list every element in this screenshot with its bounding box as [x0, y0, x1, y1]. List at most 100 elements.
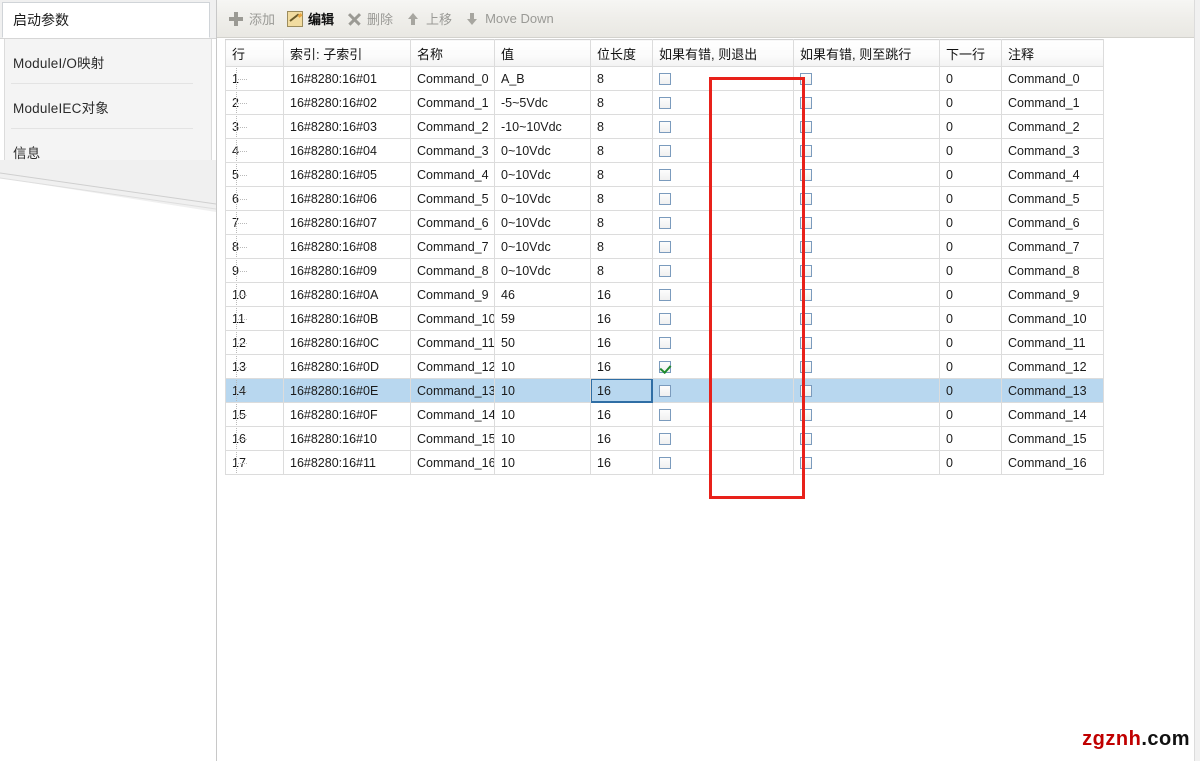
- cell-value[interactable]: 0~10Vdc: [495, 259, 591, 283]
- cell-jump-on-error[interactable]: [794, 115, 940, 139]
- cell-name[interactable]: Command_11: [411, 331, 495, 355]
- checkbox-unchecked-icon[interactable]: [659, 241, 671, 253]
- cell-next-line[interactable]: 0: [940, 235, 1002, 259]
- checkbox-unchecked-icon[interactable]: [800, 265, 812, 277]
- cell-value[interactable]: 10: [495, 427, 591, 451]
- cell-abort-on-error[interactable]: [653, 427, 794, 451]
- cell-abort-on-error[interactable]: [653, 139, 794, 163]
- add-button[interactable]: 添加: [225, 7, 282, 31]
- checkbox-unchecked-icon[interactable]: [659, 409, 671, 421]
- checkbox-unchecked-icon[interactable]: [659, 457, 671, 469]
- cell-value[interactable]: 10: [495, 451, 591, 475]
- cell-name[interactable]: Command_10: [411, 307, 495, 331]
- table-row[interactable]: 616#8280:16#06Command_50~10Vdc80Command_…: [226, 187, 1104, 211]
- move-down-button[interactable]: Move Down: [461, 7, 561, 31]
- table-row[interactable]: 416#8280:16#04Command_30~10Vdc80Command_…: [226, 139, 1104, 163]
- cell-bit-length[interactable]: 8: [591, 67, 653, 91]
- checkbox-unchecked-icon[interactable]: [800, 289, 812, 301]
- cell-jump-on-error[interactable]: [794, 187, 940, 211]
- cell-next-line[interactable]: 0: [940, 307, 1002, 331]
- cell-comment[interactable]: Command_5: [1002, 187, 1104, 211]
- checkbox-unchecked-icon[interactable]: [659, 289, 671, 301]
- checkbox-unchecked-icon[interactable]: [659, 433, 671, 445]
- cell-comment[interactable]: Command_15: [1002, 427, 1104, 451]
- cell-comment[interactable]: Command_4: [1002, 163, 1104, 187]
- cell-row-number[interactable]: 5: [226, 163, 284, 187]
- cell-row-number[interactable]: 12: [226, 331, 284, 355]
- checkbox-unchecked-icon[interactable]: [659, 73, 671, 85]
- cell-bit-length[interactable]: 16: [591, 307, 653, 331]
- cell-row-number[interactable]: 13: [226, 355, 284, 379]
- cell-bit-length[interactable]: 16: [591, 427, 653, 451]
- cell-row-number[interactable]: 16: [226, 427, 284, 451]
- column-header-name[interactable]: 名称: [411, 40, 495, 67]
- cell-index-subindex[interactable]: 16#8280:16#0A: [284, 283, 411, 307]
- cell-index-subindex[interactable]: 16#8280:16#06: [284, 187, 411, 211]
- checkbox-unchecked-icon[interactable]: [800, 169, 812, 181]
- cell-jump-on-error[interactable]: [794, 91, 940, 115]
- cell-index-subindex[interactable]: 16#8280:16#10: [284, 427, 411, 451]
- checkbox-unchecked-icon[interactable]: [800, 433, 812, 445]
- cell-value[interactable]: 0~10Vdc: [495, 139, 591, 163]
- cell-bit-length[interactable]: 8: [591, 259, 653, 283]
- cell-next-line[interactable]: 0: [940, 283, 1002, 307]
- checkbox-unchecked-icon[interactable]: [659, 385, 671, 397]
- cell-abort-on-error[interactable]: [653, 163, 794, 187]
- cell-abort-on-error[interactable]: [653, 91, 794, 115]
- cell-value[interactable]: 46: [495, 283, 591, 307]
- cell-next-line[interactable]: 0: [940, 451, 1002, 475]
- cell-comment[interactable]: Command_9: [1002, 283, 1104, 307]
- cell-next-line[interactable]: 0: [940, 91, 1002, 115]
- column-header-value[interactable]: 值: [495, 40, 591, 67]
- cell-bit-length[interactable]: 8: [591, 187, 653, 211]
- cell-bit-length[interactable]: 8: [591, 211, 653, 235]
- cell-name[interactable]: Command_16: [411, 451, 495, 475]
- cell-index-subindex[interactable]: 16#8280:16#11: [284, 451, 411, 475]
- checkbox-unchecked-icon[interactable]: [800, 193, 812, 205]
- cell-abort-on-error[interactable]: [653, 355, 794, 379]
- checkbox-unchecked-icon[interactable]: [800, 97, 812, 109]
- cell-row-number[interactable]: 17: [226, 451, 284, 475]
- cell-jump-on-error[interactable]: [794, 163, 940, 187]
- cell-abort-on-error[interactable]: [653, 67, 794, 91]
- cell-value[interactable]: 10: [495, 403, 591, 427]
- cell-abort-on-error[interactable]: [653, 211, 794, 235]
- cell-index-subindex[interactable]: 16#8280:16#08: [284, 235, 411, 259]
- table-row[interactable]: 1216#8280:16#0CCommand_1150160Command_11: [226, 331, 1104, 355]
- checkbox-unchecked-icon[interactable]: [800, 361, 812, 373]
- cell-row-number[interactable]: 6: [226, 187, 284, 211]
- cell-name[interactable]: Command_5: [411, 187, 495, 211]
- cell-next-line[interactable]: 0: [940, 379, 1002, 403]
- column-header-next-line[interactable]: 下一行: [940, 40, 1002, 67]
- cell-comment[interactable]: Command_10: [1002, 307, 1104, 331]
- cell-jump-on-error[interactable]: [794, 259, 940, 283]
- cell-value[interactable]: 10: [495, 355, 591, 379]
- tab-startup-parameters[interactable]: 启动参数: [2, 2, 210, 38]
- checkbox-unchecked-icon[interactable]: [659, 217, 671, 229]
- cell-abort-on-error[interactable]: [653, 403, 794, 427]
- checkbox-unchecked-icon[interactable]: [800, 217, 812, 229]
- cell-index-subindex[interactable]: 16#8280:16#0B: [284, 307, 411, 331]
- cell-row-number[interactable]: 2: [226, 91, 284, 115]
- cell-abort-on-error[interactable]: [653, 331, 794, 355]
- checkbox-unchecked-icon[interactable]: [659, 265, 671, 277]
- cell-comment[interactable]: Command_8: [1002, 259, 1104, 283]
- cell-index-subindex[interactable]: 16#8280:16#03: [284, 115, 411, 139]
- cell-value[interactable]: 10: [495, 379, 591, 403]
- cell-name[interactable]: Command_0: [411, 67, 495, 91]
- cell-jump-on-error[interactable]: [794, 235, 940, 259]
- cell-jump-on-error[interactable]: [794, 427, 940, 451]
- cell-value[interactable]: 0~10Vdc: [495, 235, 591, 259]
- cell-abort-on-error[interactable]: [653, 379, 794, 403]
- cell-index-subindex[interactable]: 16#8280:16#0D: [284, 355, 411, 379]
- cell-row-number[interactable]: 9: [226, 259, 284, 283]
- cell-comment[interactable]: Command_1: [1002, 91, 1104, 115]
- table-row[interactable]: 1716#8280:16#11Command_1610160Command_16: [226, 451, 1104, 475]
- cell-next-line[interactable]: 0: [940, 331, 1002, 355]
- cell-comment[interactable]: Command_11: [1002, 331, 1104, 355]
- checkbox-unchecked-icon[interactable]: [659, 337, 671, 349]
- table-row[interactable]: 1416#8280:16#0ECommand_1310160Command_13: [226, 379, 1104, 403]
- table-row[interactable]: 1516#8280:16#0FCommand_1410160Command_14: [226, 403, 1104, 427]
- cell-jump-on-error[interactable]: [794, 139, 940, 163]
- cell-next-line[interactable]: 0: [940, 139, 1002, 163]
